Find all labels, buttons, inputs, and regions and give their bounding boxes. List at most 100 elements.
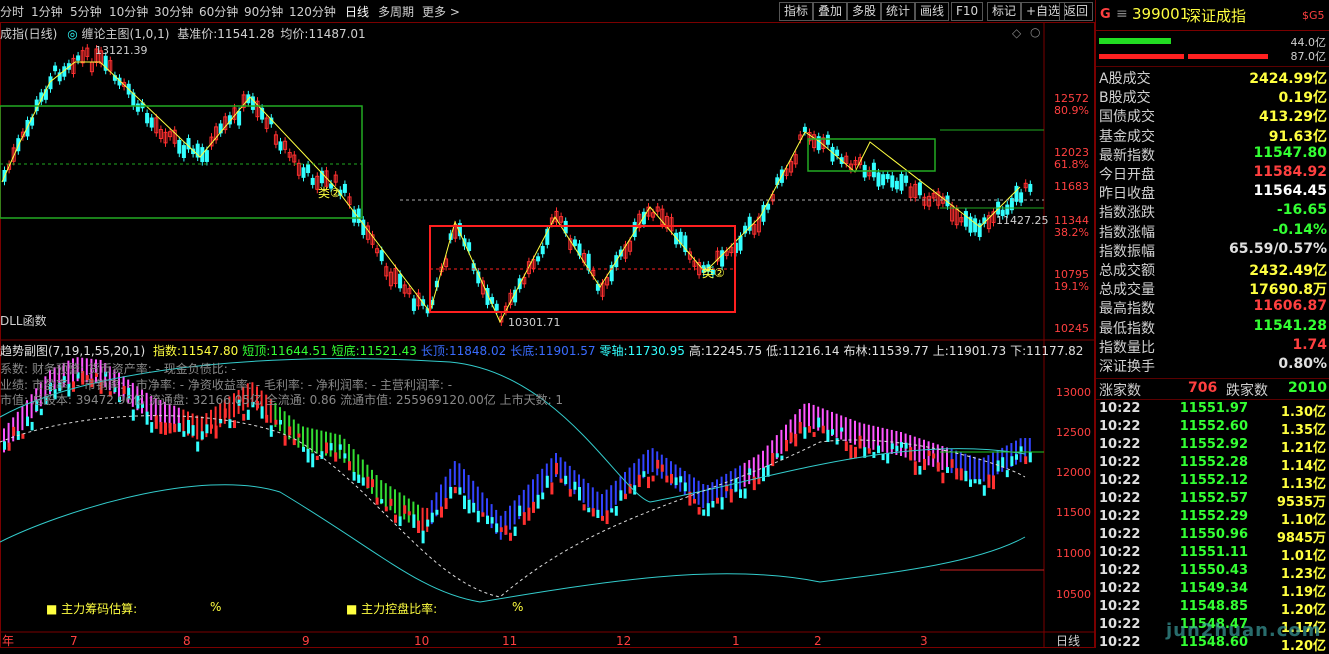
sub-title-row: 趋势副图(7,19,1,55,20,1) 指数:11547.80 短顶:11644… (0, 342, 1083, 359)
sub-candle (932, 453, 936, 459)
sub-candle (987, 474, 991, 488)
kline-svg[interactable]: 12572 80.9% 12023 61.8% 11683 11344 38.2… (0, 22, 1095, 648)
sub-candle (205, 424, 209, 434)
sub-candle (274, 419, 278, 425)
sub-candle (398, 516, 402, 527)
candle-body (76, 55, 81, 61)
sub-candle (210, 424, 213, 429)
period-tab-5[interactable]: 60分钟 (199, 3, 238, 20)
tick-volume: 1.14亿 (1280, 459, 1326, 474)
sub-candle (513, 526, 517, 536)
stat-value: 0.80% (1278, 356, 1327, 372)
stat-row: 最低指数 11541.28 (1096, 318, 1329, 337)
sub-item: 长顶:11848.02 (421, 344, 506, 358)
sub-candle (785, 440, 788, 452)
sub-candle (168, 422, 172, 434)
tick-price: 11552.92 (1179, 437, 1248, 452)
main-indicator[interactable]: 缠论主图(1,0,1) (82, 27, 170, 41)
quote-header: G ≡ 399001 深证成指 $G5 (1096, 0, 1329, 31)
period-tab-more[interactable]: 更多 > (422, 3, 460, 20)
stat-value: 1.74 (1292, 336, 1327, 353)
candle-body (536, 256, 541, 262)
sub-item-value: 11901.73 (948, 344, 1007, 358)
sub-candle (7, 442, 11, 451)
badge[interactable]: $G5 (1302, 9, 1325, 22)
back-button[interactable]: 返回 (1059, 2, 1094, 21)
sub-candle (177, 423, 181, 432)
sub-candle (877, 445, 880, 454)
sub-candle (656, 459, 660, 469)
stat-value: -0.14% (1272, 221, 1327, 238)
stat-label: 最低指数 (1099, 320, 1155, 337)
settings-icon[interactable]: ○ (1030, 25, 1040, 39)
sub-item-value: 11216.14 (782, 344, 840, 358)
sub-item: 布林:11539.77 (843, 344, 928, 358)
tick-time: 10:22 (1099, 473, 1141, 488)
period-tab-7[interactable]: 120分钟 (289, 3, 336, 20)
sub-candle (329, 443, 333, 451)
sub-candle (527, 507, 531, 521)
period-tab-4[interactable]: 30分钟 (154, 3, 193, 20)
sub-candle (150, 422, 154, 433)
main-candles (2, 44, 1033, 326)
sub-candle (1001, 457, 1005, 468)
sub-item-label: 长顶: (420, 344, 449, 358)
indicator-button[interactable]: 指标 (779, 2, 814, 21)
sub-candle (798, 421, 802, 434)
stat-label: 指数涨幅 (1099, 224, 1155, 241)
sub-title[interactable]: 趋势副图(7,19,1,55,20,1) (0, 344, 145, 358)
period-tab-0[interactable]: 分时 (0, 3, 24, 20)
statistics-button[interactable]: 统计 (881, 2, 916, 21)
stock-code: 399001 (1132, 5, 1190, 23)
mark-button[interactable]: 标记 (987, 2, 1022, 21)
sub-candle (463, 495, 466, 510)
sub-candle (375, 497, 379, 505)
stat-value: 11564.45 (1253, 183, 1327, 200)
g-label: G (1100, 7, 1111, 22)
sub-item-value: 11644.51 (270, 344, 328, 358)
tick-volume: 1.23亿 (1280, 567, 1326, 582)
period-tab-1[interactable]: 1分钟 (31, 3, 63, 20)
sub-candle (288, 426, 292, 436)
period-tab-multi[interactable]: 多周期 (378, 3, 414, 20)
period-tab-3[interactable]: 10分钟 (109, 3, 148, 20)
candle-body (1014, 185, 1019, 202)
diamond-icon[interactable]: ◇ (1012, 26, 1021, 40)
sub-info-line-3: 市值: 总股本: 39472.96亿 流通盘: 32166.05亿 全流通: 0… (0, 393, 564, 407)
sync-icon[interactable]: ◎ (67, 27, 77, 41)
candle-body (917, 182, 922, 196)
sub-candle (582, 504, 586, 511)
draw-line-button[interactable]: 画线 (915, 2, 950, 21)
sub-candle (1010, 456, 1014, 466)
period-tab-6[interactable]: 90分钟 (244, 3, 283, 20)
sub-item-label: 短底: (331, 344, 360, 358)
sub-candle (794, 433, 798, 447)
sub-candle (969, 479, 972, 487)
high-mark: 13121.39 (95, 44, 148, 57)
period-tab-2[interactable]: 5分钟 (70, 3, 102, 20)
multi-stock-button[interactable]: 多股 (847, 2, 882, 21)
stat-label: 指数振幅 (1099, 243, 1155, 260)
sub-candle (159, 422, 163, 434)
kline-chart-area[interactable]: 12572 80.9% 12023 61.8% 11683 11344 38.2… (0, 22, 1095, 648)
sub-candle (665, 475, 669, 483)
sub-candle (950, 459, 954, 468)
candle-body (825, 134, 830, 145)
menu-icon[interactable]: ≡ (1116, 6, 1128, 22)
sub-candle (26, 416, 29, 427)
tick-volume: 1.01亿 (1280, 549, 1326, 564)
overlay-button[interactable]: 叠加 (813, 2, 848, 21)
sub-item: 高:12245.75 (689, 344, 762, 358)
tick-time: 10:22 (1099, 491, 1141, 506)
sub-candle (766, 465, 770, 477)
sub-candle (499, 527, 503, 532)
stat-value: 2424.99亿 (1249, 71, 1327, 87)
sub-item-label: 长底: (510, 344, 539, 358)
sub-candle (923, 458, 926, 470)
sub-candle (279, 419, 282, 425)
f10-button[interactable]: F10 (951, 2, 984, 21)
period-tab-daily[interactable]: 日线 (345, 3, 369, 20)
sub-candle (854, 446, 857, 459)
tick-volume: 9535万 (1276, 495, 1326, 510)
x-label: 1 (732, 634, 740, 648)
